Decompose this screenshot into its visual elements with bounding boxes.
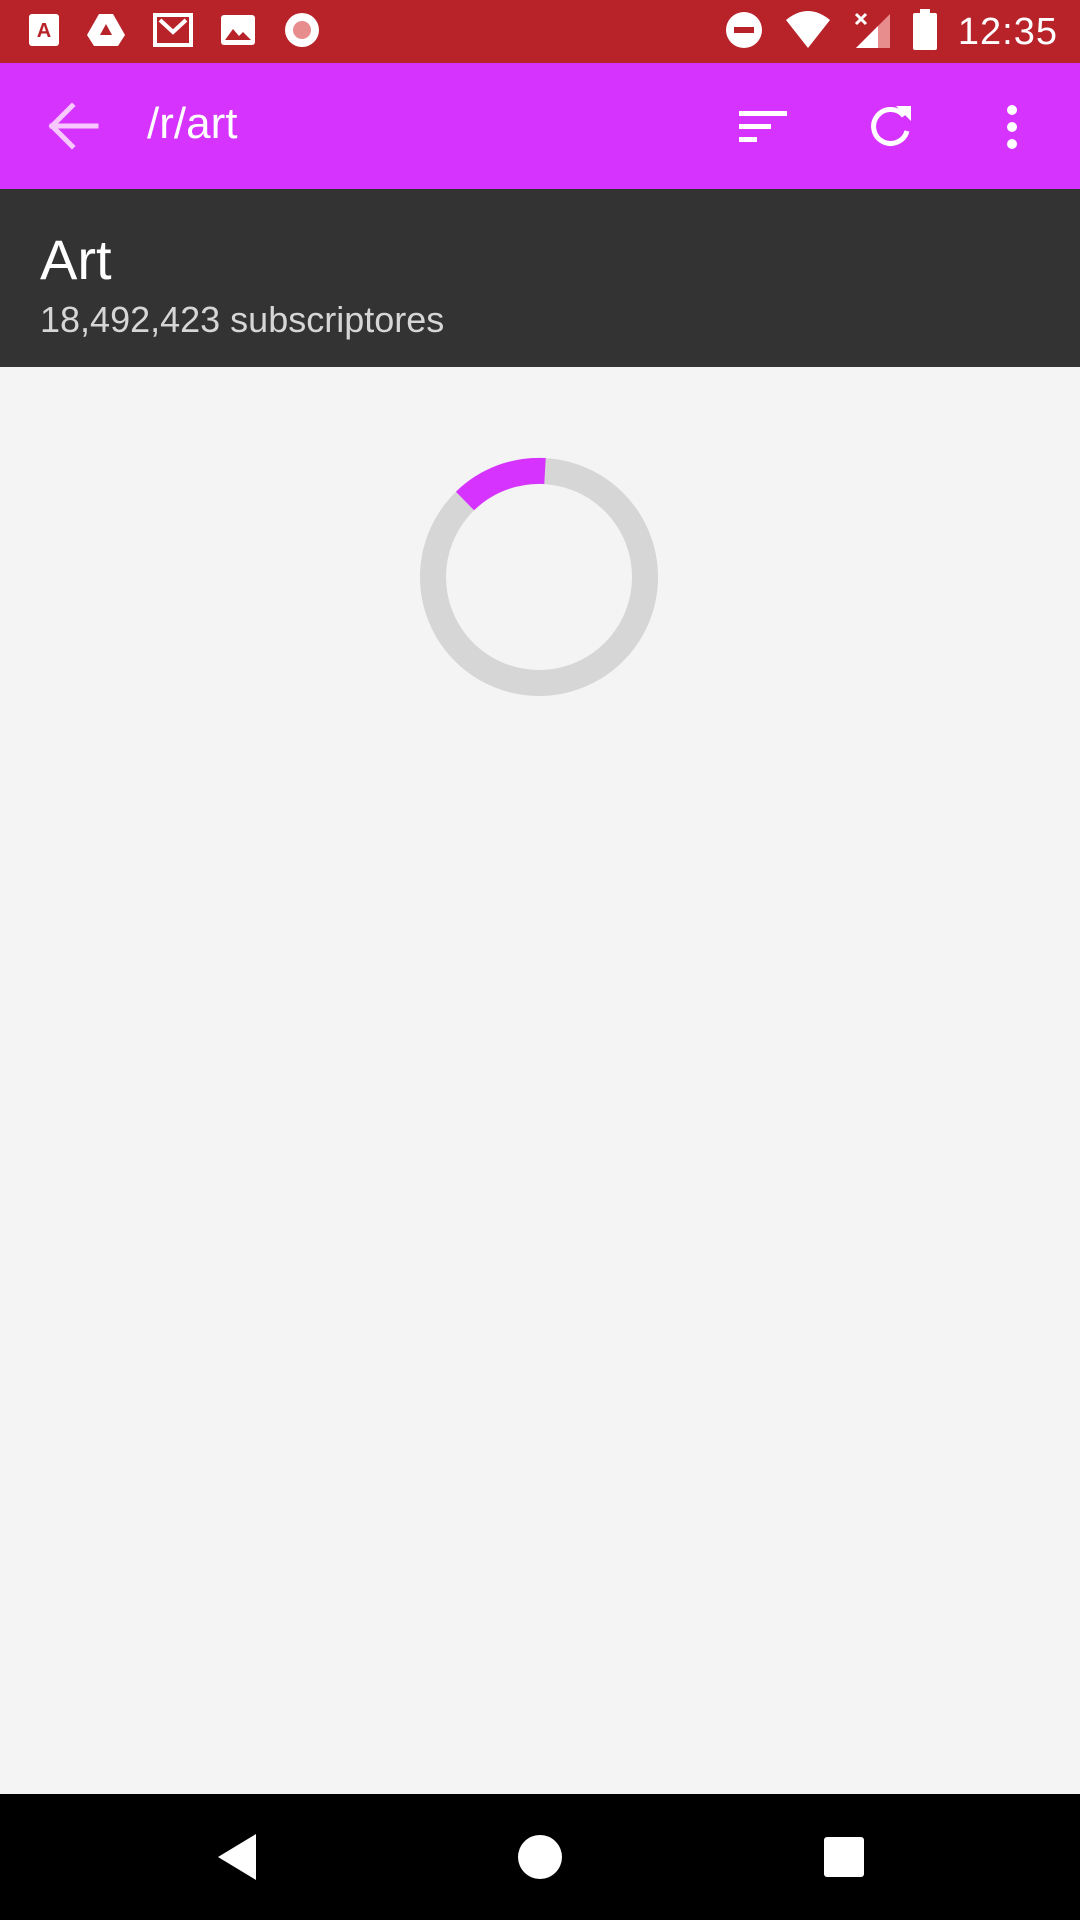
svg-text:A: A — [37, 20, 51, 42]
do-not-disturb-icon — [724, 10, 764, 55]
spinner-track — [420, 458, 658, 696]
status-bar: A 12:35 — [0, 0, 1080, 63]
subreddit-name: Art — [40, 228, 112, 291]
back-arrow-icon[interactable] — [46, 101, 102, 151]
signal-no-data-icon — [852, 10, 892, 55]
more-vert-icon[interactable] — [982, 97, 1042, 157]
record-icon — [282, 10, 322, 55]
battery-icon — [912, 8, 938, 56]
app-bar: /r/art — [0, 63, 1080, 189]
home-circle-icon[interactable] — [507, 1824, 573, 1890]
subscriber-count: 18,492,423 subscriptores — [40, 299, 445, 340]
photos-icon — [220, 14, 256, 51]
spinner-arc — [455, 457, 546, 511]
system-nav-bar — [0, 1794, 1080, 1920]
clock: 12:35 — [957, 10, 1058, 53]
recents-square-icon[interactable] — [811, 1824, 877, 1890]
back-triangle-icon[interactable] — [204, 1824, 270, 1890]
google-drive-icon — [86, 13, 126, 52]
gmail-icon — [152, 12, 194, 53]
subreddit-header: Art 18,492,423 subscriptores — [0, 189, 1080, 367]
refresh-icon[interactable] — [860, 97, 920, 157]
sort-icon[interactable] — [733, 97, 793, 157]
wifi-icon — [784, 10, 832, 55]
adobe-acrobat-icon: A — [28, 13, 60, 52]
loading-spinner — [410, 450, 660, 700]
page-title: /r/art — [147, 99, 238, 148]
